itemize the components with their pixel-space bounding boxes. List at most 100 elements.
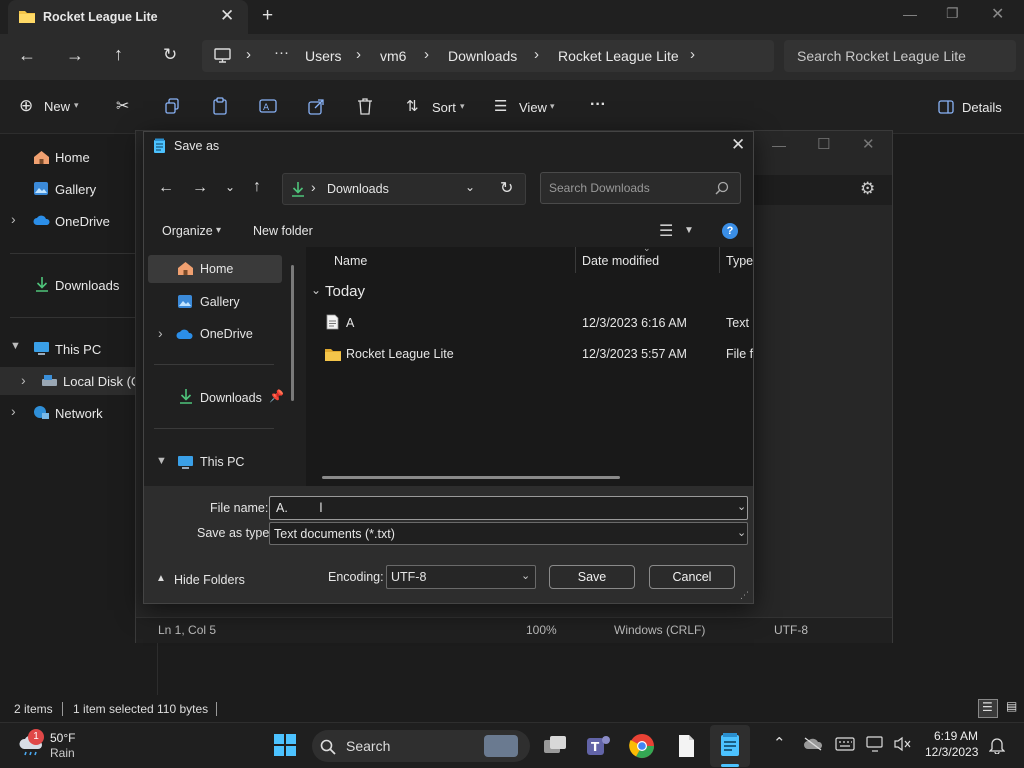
path-history-chevron-down-icon[interactable]: ⌄ — [465, 180, 475, 194]
change-view-icon[interactable]: ☰ — [659, 221, 673, 241]
clock-date[interactable]: 12/3/2023 — [925, 745, 978, 759]
more-options-icon[interactable]: ··· — [590, 96, 606, 114]
notepad-taskbar-button[interactable] — [710, 725, 750, 767]
view-options-chevron-down-icon[interactable]: ▼ — [684, 225, 694, 236]
column-separator[interactable] — [575, 247, 576, 273]
group-collapse-chevron-icon[interactable]: ⌄ — [311, 283, 321, 297]
dialog-recent-chevron-down-icon[interactable]: ⌄ — [225, 180, 235, 194]
forward-icon[interactable]: → — [66, 45, 84, 66]
nav-item-onedrive[interactable]: OneDrive — [55, 214, 110, 229]
weather-widget[interactable]: 1 50°F Rain — [10, 729, 130, 763]
nav-item-downloads[interactable]: Downloads — [55, 278, 119, 293]
volume-muted-icon[interactable] — [893, 736, 913, 752]
chevron-right-icon[interactable]: › — [11, 211, 16, 227]
restore-icon[interactable]: ❐ — [946, 5, 959, 22]
up-icon[interactable]: ↑ — [114, 44, 123, 65]
task-view-icon[interactable] — [541, 732, 569, 760]
chevron-right-icon[interactable]: › — [158, 325, 163, 341]
notepad-maximize-icon[interactable]: ☐ — [817, 135, 830, 153]
dlg-nav-item-gallery[interactable]: Gallery — [200, 295, 240, 309]
nav-scrollbar[interactable] — [291, 265, 294, 401]
chevron-right-icon[interactable]: › — [11, 403, 16, 419]
close-window-icon[interactable]: ✕ — [991, 4, 1004, 24]
dialog-refresh-icon[interactable]: ↻ — [500, 178, 513, 198]
nav-item-this-pc[interactable]: This PC — [55, 342, 101, 357]
encoding-select[interactable]: UTF-8 ⌄ — [386, 565, 536, 589]
clock-time[interactable]: 6:19 AM — [934, 729, 978, 743]
teams-icon[interactable]: T — [584, 732, 612, 760]
start-windows-icon[interactable] — [273, 733, 297, 757]
hide-folders-button[interactable]: ▲ Hide Folders — [156, 572, 246, 590]
chevron-down-icon[interactable]: ▼ — [156, 455, 167, 467]
help-icon[interactable]: ? — [722, 223, 738, 239]
dialog-back-icon[interactable]: ← — [158, 179, 174, 197]
dlg-nav-item-onedrive[interactable]: OneDrive — [200, 327, 253, 341]
copy-icon[interactable] — [164, 98, 180, 114]
notification-bell-icon[interactable] — [989, 736, 1005, 754]
breadcrumb-downloads[interactable]: Downloads — [448, 48, 517, 64]
new-tab-icon[interactable]: + — [262, 5, 273, 27]
organize-button[interactable]: Organize ▾ — [162, 223, 232, 241]
group-header-today[interactable]: Today — [325, 283, 365, 300]
keyboard-icon[interactable] — [835, 737, 855, 751]
column-header-date-modified[interactable]: Date modified — [582, 254, 659, 268]
dlg-nav-item-this-pc[interactable]: This PC — [200, 455, 244, 469]
nav-item-gallery[interactable]: Gallery — [55, 182, 96, 197]
delete-icon[interactable] — [357, 97, 373, 115]
new-folder-button[interactable]: New folder — [253, 224, 313, 238]
dialog-forward-icon[interactable]: → — [192, 179, 208, 197]
file-row[interactable]: A 12/3/2023 6:16 AM Text D — [316, 311, 753, 339]
dialog-path-bar[interactable]: › Downloads ⌄ ↻ — [282, 173, 526, 205]
file-name-input[interactable]: A. ⌄ — [269, 496, 748, 520]
new-button[interactable]: ⊕ New ▾ — [16, 96, 86, 118]
dlg-nav-item-home[interactable]: Home — [148, 255, 282, 283]
address-bar[interactable]: › ··· Users › vm6 › Downloads › Rocket L… — [202, 40, 774, 72]
minimize-icon[interactable]: — — [903, 6, 917, 22]
paste-icon[interactable] — [212, 97, 228, 115]
breadcrumb-rocket-league-lite[interactable]: Rocket League Lite — [558, 48, 679, 64]
cut-icon[interactable]: ✂ — [116, 96, 129, 116]
dialog-close-icon[interactable]: ✕ — [731, 135, 745, 155]
chevron-right-icon[interactable]: › — [690, 46, 695, 63]
column-header-name[interactable]: Name — [334, 254, 367, 268]
rename-icon[interactable]: A — [259, 97, 277, 115]
dialog-up-icon[interactable]: ↑ — [253, 178, 261, 196]
resize-grip-icon[interactable]: ⋰ — [740, 590, 749, 601]
chevron-down-icon[interactable]: ⌄ — [737, 500, 746, 513]
column-separator[interactable] — [719, 247, 720, 273]
network-status-icon[interactable] — [866, 736, 886, 752]
nav-item-home[interactable]: Home — [55, 150, 90, 165]
notepad-minimize-icon[interactable]: — — [772, 137, 786, 153]
refresh-icon[interactable]: ↻ — [163, 45, 177, 65]
explorer-tab[interactable]: Rocket League Lite ✕ — [8, 0, 248, 34]
horizontal-scrollbar[interactable] — [322, 476, 620, 479]
sort-button[interactable]: ⇅ Sort ▾ — [406, 96, 472, 118]
dlg-nav-item-downloads[interactable]: Downloads — [200, 391, 262, 405]
column-header-type[interactable]: Type — [726, 254, 753, 268]
cancel-button[interactable]: Cancel — [649, 565, 735, 589]
back-icon[interactable]: ← — [18, 45, 36, 66]
details-button[interactable]: Details — [938, 98, 1004, 118]
nav-item-local-disk[interactable]: › Local Disk (C: — [0, 367, 157, 395]
breadcrumb-users[interactable]: Users — [305, 48, 342, 64]
more-path-icon[interactable]: ··· — [274, 44, 289, 61]
chevron-down-icon[interactable]: ▼ — [10, 340, 21, 352]
breadcrumb-vm6[interactable]: vm6 — [380, 48, 406, 64]
tiles-view-toggle[interactable]: ▤ — [1003, 699, 1021, 718]
onedrive-offline-icon[interactable] — [803, 737, 823, 751]
close-tab-icon[interactable]: ✕ — [220, 6, 234, 26]
file-row[interactable]: Rocket League Lite 12/3/2023 5:57 AM Fil… — [316, 342, 753, 370]
blank-document-icon[interactable] — [672, 732, 700, 760]
save-button[interactable]: Save — [549, 565, 635, 589]
explorer-search-box[interactable]: Search Rocket League Lite — [784, 40, 1016, 72]
dialog-search-box[interactable]: Search Downloads — [540, 172, 741, 204]
settings-gear-icon[interactable]: ⚙ — [860, 179, 875, 199]
dialog-path-downloads[interactable]: Downloads — [327, 182, 389, 196]
nav-item-network[interactable]: Network — [55, 406, 103, 421]
view-button[interactable]: ☰ View ▾ — [494, 96, 564, 118]
chrome-icon[interactable] — [628, 732, 656, 760]
details-view-toggle[interactable]: ☰ — [978, 699, 998, 718]
show-hidden-icons-chevron-up-icon[interactable]: ⌃ — [773, 734, 786, 752]
share-icon[interactable] — [308, 97, 326, 115]
save-as-type-select[interactable]: Text documents (*.txt) ⌄ — [269, 522, 748, 545]
